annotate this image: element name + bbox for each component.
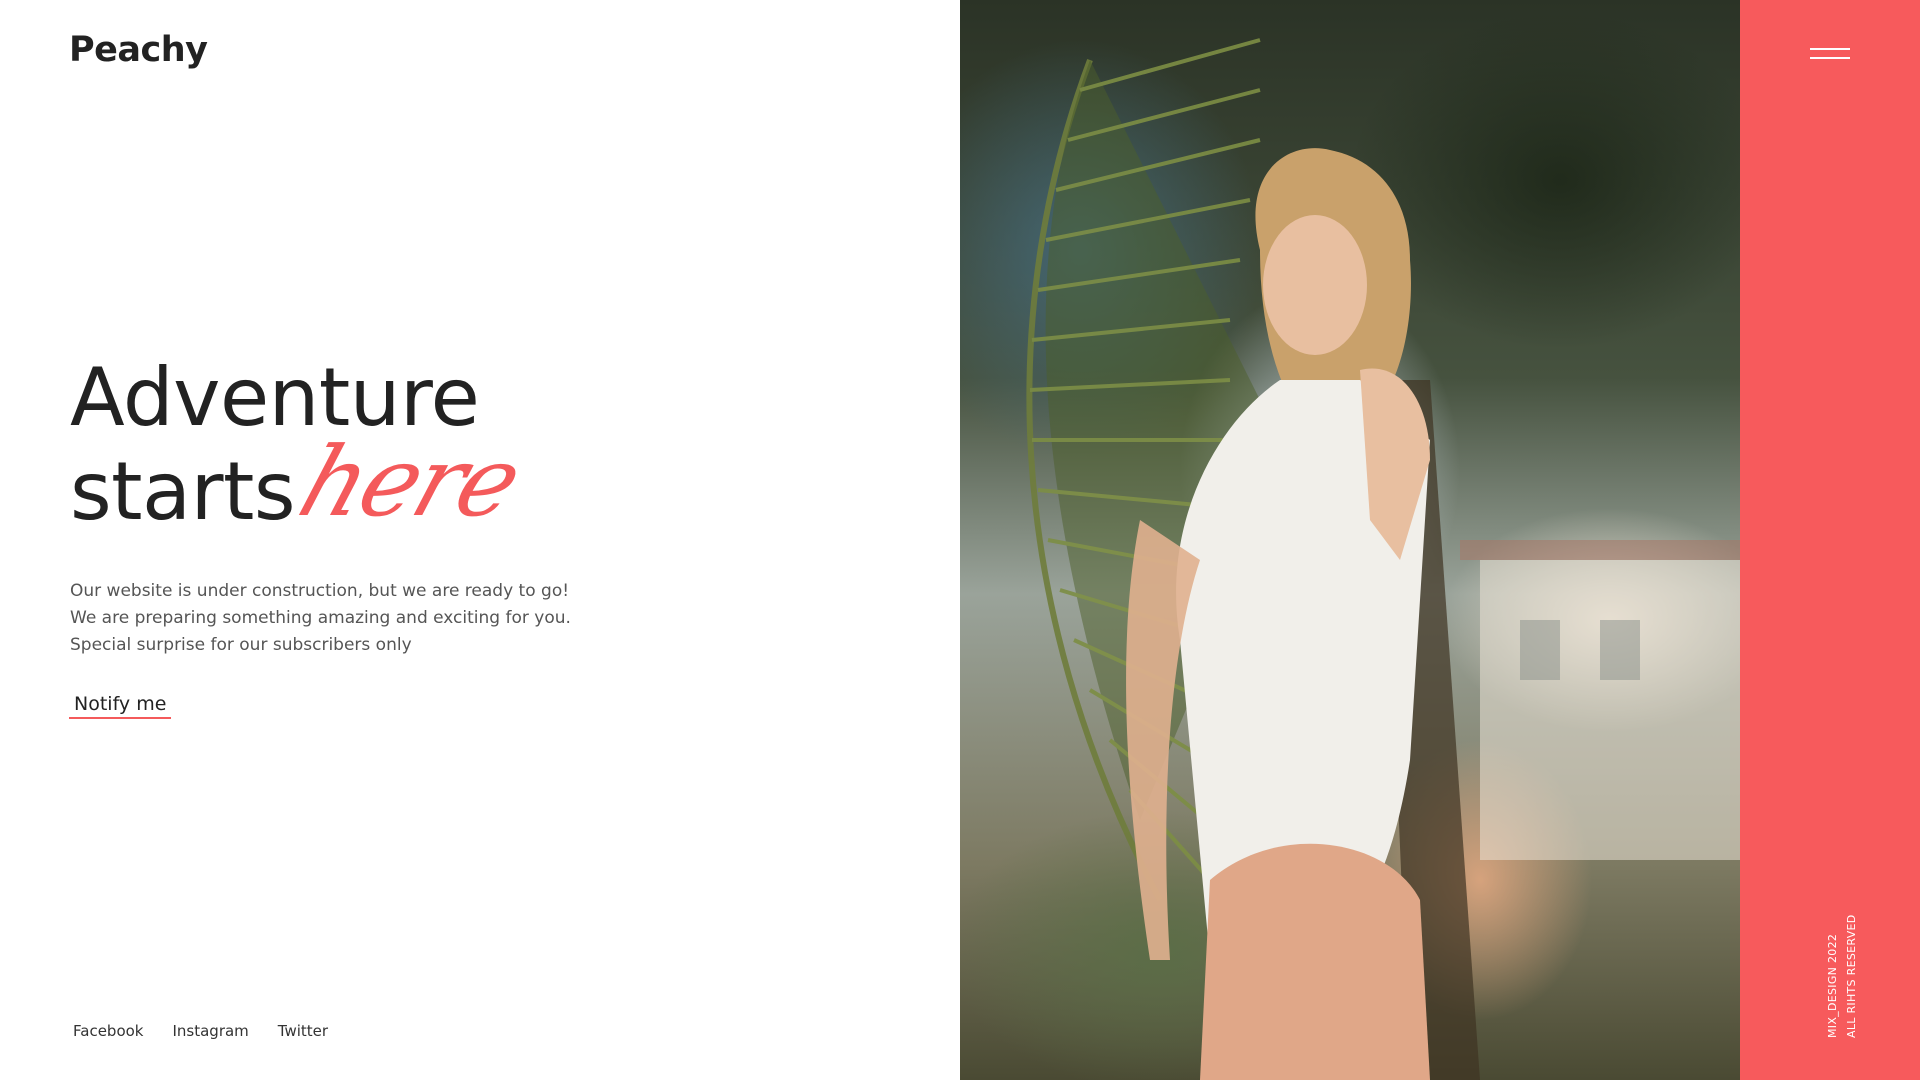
headline-line-2: startshere xyxy=(70,426,630,538)
menu-line-bottom xyxy=(1810,57,1850,59)
headline-script-word: here xyxy=(286,426,533,538)
headline-word-starts: starts xyxy=(70,445,296,538)
menu-line-top xyxy=(1810,48,1850,50)
hero-description: Our website is under construction, but w… xyxy=(70,581,571,655)
notify-me-button[interactable]: Notify me xyxy=(69,693,172,719)
social-link-facebook[interactable]: Facebook xyxy=(73,1022,143,1040)
copyright-line-1: MIX_DESIGN 2022 xyxy=(1826,933,1839,1038)
copyright-text: MIX_DESIGN 2022 ALL RIHTS RESERVED xyxy=(1823,914,1861,1038)
right-sidebar: MIX_DESIGN 2022 ALL RIHTS RESERVED xyxy=(1740,0,1920,1080)
social-links: Facebook Instagram Twitter xyxy=(73,1022,328,1040)
hero-photo xyxy=(960,0,1740,1080)
hero-headline: Adventure startshere xyxy=(70,354,630,539)
hero-section: Adventure startshere Our website is unde… xyxy=(69,354,630,719)
hamburger-menu-icon[interactable] xyxy=(1810,46,1852,64)
landing-page: Peachy Adventure startshere Our website … xyxy=(0,0,1920,1080)
copyright-line-2: ALL RIHTS RESERVED xyxy=(1845,914,1858,1038)
hero-photo-illustration xyxy=(1026,38,1740,1080)
social-link-twitter[interactable]: Twitter xyxy=(278,1022,328,1040)
social-link-instagram[interactable]: Instagram xyxy=(172,1022,248,1040)
site-logo[interactable]: Peachy xyxy=(69,30,208,70)
